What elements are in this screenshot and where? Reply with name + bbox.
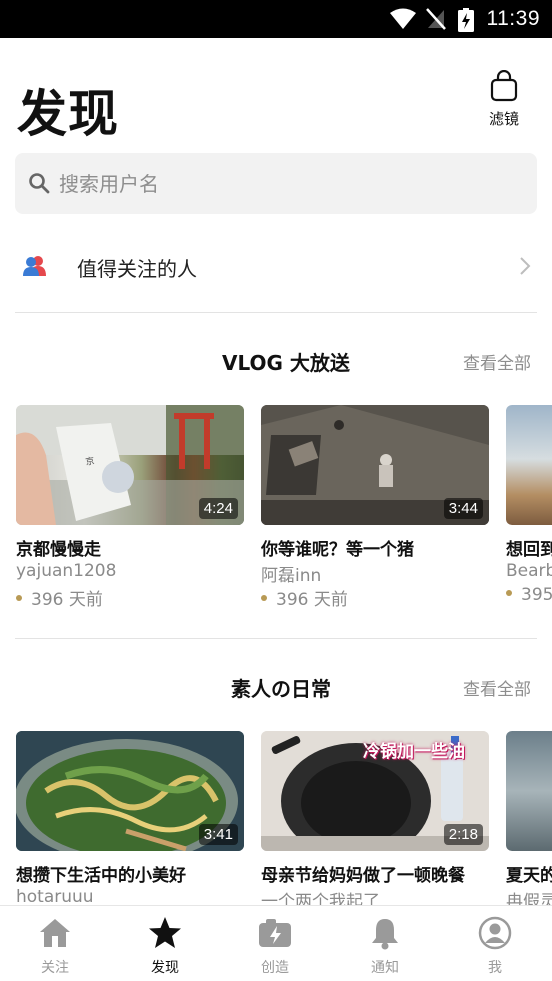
- video-author[interactable]: hotaruuu: [16, 887, 94, 907]
- video-age: 396 天前: [261, 585, 348, 610]
- video-author[interactable]: yajuan1208: [16, 561, 116, 581]
- no-signal-icon: [426, 8, 446, 30]
- search-icon: [29, 173, 50, 194]
- video-title: 京都慢慢走: [16, 540, 101, 560]
- recommended-people-row[interactable]: 值得关注的人: [0, 238, 552, 296]
- video-thumbnail[interactable]: 3:41: [16, 731, 244, 851]
- chevron-right-icon: [520, 257, 531, 275]
- filter-label: 滤镜: [488, 110, 519, 128]
- star-icon: [149, 917, 181, 948]
- shopping-bag-icon: [490, 70, 518, 102]
- video-card[interactable]: 想回到 Bearb 395: [506, 405, 552, 615]
- nav-tab-me[interactable]: 我: [440, 906, 550, 981]
- divider: [15, 638, 537, 639]
- video-author[interactable]: 冉假灵: [506, 887, 552, 905]
- see-all-daily-link[interactable]: 查看全部: [463, 675, 531, 700]
- dot-icon: [261, 595, 267, 601]
- home-icon: [40, 919, 70, 947]
- bell-icon: [372, 919, 398, 950]
- recommended-people-label: 值得关注的人: [77, 257, 197, 281]
- search-input[interactable]: [59, 153, 519, 214]
- video-title: 你等谁呢？等一个猪: [261, 540, 414, 560]
- nav-tab-following[interactable]: 关注: [0, 906, 110, 981]
- status-time: 11:39: [486, 7, 540, 30]
- video-title: 想回到: [506, 540, 552, 560]
- nav-tab-create[interactable]: 创造: [220, 906, 330, 981]
- video-age: 395: [506, 585, 552, 605]
- people-icon: [23, 256, 46, 276]
- nav-tab-discover[interactable]: 发现: [110, 906, 220, 981]
- wifi-icon: [390, 8, 416, 29]
- nav-label: 发现: [151, 960, 179, 976]
- video-thumbnail[interactable]: [506, 405, 552, 525]
- section-title-daily: 素人の日常: [231, 677, 331, 701]
- video-thumbnail[interactable]: 冷锅加一些油 2:18: [261, 731, 489, 851]
- page-title: 发现: [17, 85, 119, 143]
- video-duration: 2:18: [443, 824, 483, 845]
- video-author[interactable]: 阿磊inn: [261, 561, 321, 586]
- video-title: 想攒下生活中的小美好: [16, 866, 186, 886]
- profile-icon: [478, 916, 512, 950]
- video-title: 母亲节给妈妈做了一顿晚餐: [261, 866, 465, 886]
- nav-label: 关注: [41, 960, 69, 976]
- video-age: 396 天前: [16, 585, 103, 610]
- filter-button[interactable]: 滤镜: [482, 68, 526, 130]
- video-title: 夏天的: [506, 866, 552, 886]
- video-thumbnail[interactable]: 3:44: [261, 405, 489, 525]
- video-thumbnail[interactable]: [506, 731, 552, 851]
- camera-bolt-icon: [259, 919, 291, 947]
- video-thumbnail[interactable]: 京 4:24: [16, 405, 244, 525]
- search-bar[interactable]: [15, 153, 537, 214]
- video-card[interactable]: 夏天的 冉假灵: [506, 731, 552, 905]
- video-duration: 4:24: [198, 498, 238, 519]
- dot-icon: [506, 590, 512, 596]
- thumbnail-caption: 冷锅加一些油: [363, 742, 465, 762]
- divider: [15, 312, 537, 313]
- status-bar: 11:39: [0, 0, 552, 38]
- see-all-vlog-link[interactable]: 查看全部: [463, 349, 531, 374]
- nav-label: 创造: [261, 960, 289, 976]
- nav-label: 通知: [371, 960, 399, 976]
- nav-tab-notifications[interactable]: 通知: [330, 906, 440, 981]
- video-author[interactable]: Bearb: [506, 561, 552, 581]
- battery-charging-icon: [458, 8, 474, 32]
- dot-icon: [16, 595, 22, 601]
- section-title-vlog: VLOG 大放送: [222, 351, 350, 375]
- bottom-nav: 关注 发现 创造 通知 我: [0, 905, 552, 981]
- video-duration: 3:41: [198, 824, 238, 845]
- video-duration: 3:44: [443, 498, 483, 519]
- nav-label: 我: [488, 960, 502, 976]
